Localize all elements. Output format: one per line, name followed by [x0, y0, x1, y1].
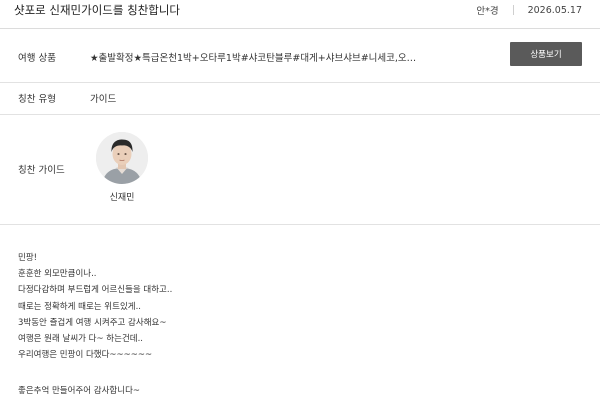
body-line: 훈훈한 외모만큼이나.. [18, 269, 97, 280]
meta-divider [512, 5, 514, 15]
guide-photo-icon [96, 132, 148, 184]
product-label: 여행 상품 [18, 53, 56, 64]
post-body: 민팡! 훈훈한 외모만큼이나.. 다정다감하며 부드럽게 어르신들을 대하고..… [18, 250, 578, 400]
guide-avatar [96, 132, 148, 184]
praise-type-value: 가이드 [90, 94, 117, 105]
product-name: ★출발확정★특급온천1박+오타루1박#샤코탄블루#대게+샤브샤브#니세코,오타루… [90, 53, 420, 64]
post-date: 2026.05.17 [527, 4, 582, 16]
body-line: 민팡! [18, 253, 38, 263]
view-product-button[interactable]: 상품보기 [510, 42, 582, 66]
praise-type-label: 칭찬 유형 [18, 94, 56, 105]
post-title: 샷포로 신재민가이드를 칭찬합니다 [14, 3, 181, 17]
guide-label: 칭찬 가이드 [18, 165, 65, 176]
body-line: 때로는 정확하게 때로는 위트있게.. [18, 301, 141, 312]
post-meta: 안*경 2026.05.17 [476, 3, 582, 18]
body-line: 3박동안 즐겁게 여행 시켜주고 감사해요~ [18, 317, 167, 328]
praise-post: 샷포로 신재민가이드를 칭찬합니다 안*경 2026.05.17 여행 상품 ★… [0, 0, 600, 413]
guide-name: 신재민 [109, 193, 135, 203]
guide-row: 칭찬 가이드 신재민 [0, 114, 600, 225]
body-closing-line: 좋은추억 만들어주어 감사합니다~ [18, 386, 141, 397]
body-line: 우리여행은 민팡이 다했다~~~~~~ [18, 350, 153, 361]
post-author: 안*경 [476, 6, 499, 17]
product-row: 여행 상품 ★출발확정★특급온천1박+오타루1박#샤코탄블루#대게+샤브샤브#니… [0, 28, 600, 83]
praise-type-row: 칭찬 유형 가이드 [0, 82, 600, 115]
body-line: 다정다감하며 부드럽게 어르신들을 대하고.. [18, 285, 173, 296]
post-header: 샷포로 신재민가이드를 칭찬합니다 안*경 2026.05.17 [0, 0, 600, 29]
body-line: 여행은 원래 날씨가 다~ 하는건데.. [18, 333, 143, 344]
